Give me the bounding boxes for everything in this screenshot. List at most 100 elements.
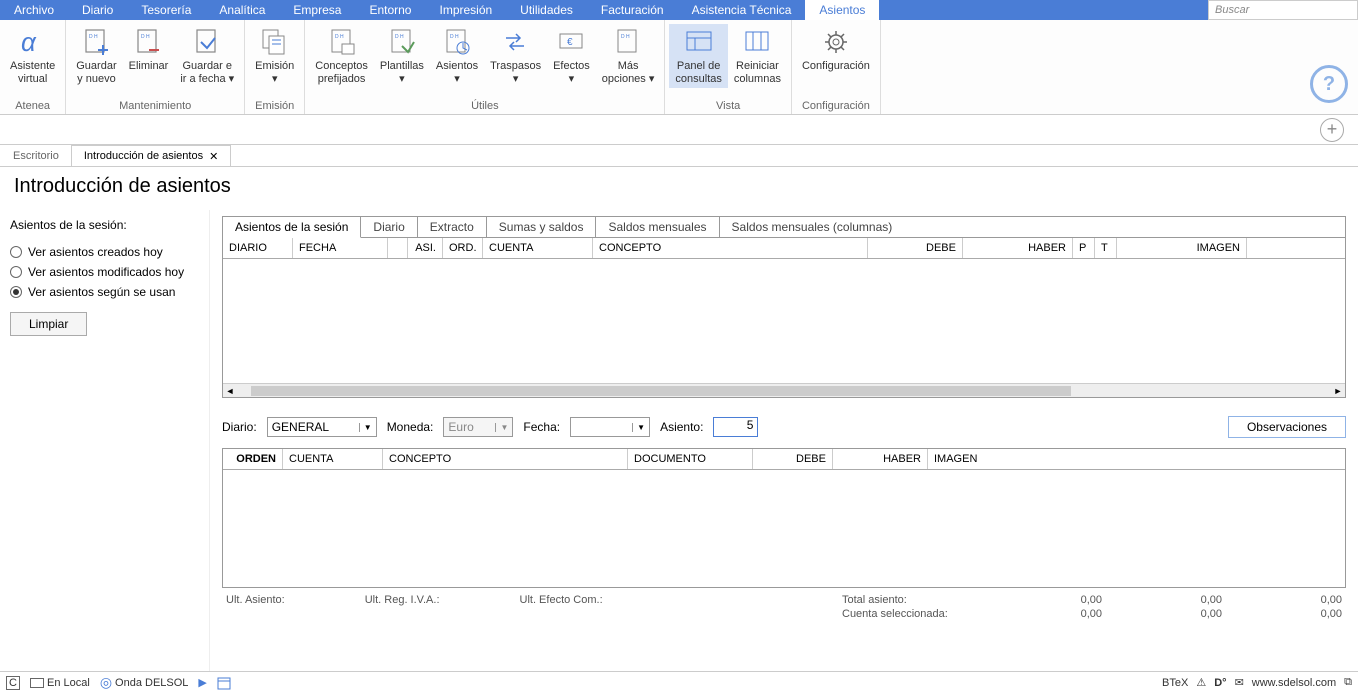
radio-modificados-hoy[interactable]: Ver asientos modificados hoy <box>10 262 199 282</box>
menu-facturacion[interactable]: Facturación <box>587 0 678 20</box>
col-p[interactable]: P <box>1073 238 1095 258</box>
document-tabs: Escritorio Introducción de asientos ✕ <box>0 145 1358 167</box>
close-icon[interactable]: ✕ <box>209 150 218 163</box>
subtab-sesion[interactable]: Asientos de la sesión <box>223 217 361 238</box>
col-concepto2[interactable]: CONCEPTO <box>383 449 628 469</box>
menu-diario[interactable]: Diario <box>68 0 127 20</box>
subtab-saldos-mes[interactable]: Saldos mensuales <box>596 217 719 238</box>
scroll-thumb[interactable] <box>251 386 1071 396</box>
subtab-diario[interactable]: Diario <box>361 217 417 238</box>
plantillas-button[interactable]: D H Plantillas ▾ <box>374 24 430 88</box>
conceptos-button[interactable]: D H Conceptos prefijados <box>309 24 374 88</box>
chevron-down-icon: ▼ <box>495 423 508 432</box>
panel-consultas-button[interactable]: Panel de consultas <box>669 24 727 88</box>
calendar-icon[interactable] <box>217 676 231 690</box>
local-indicator[interactable]: En Local <box>30 677 90 689</box>
search-input[interactable]: Buscar <box>1208 0 1358 20</box>
label: Más opciones ▾ <box>602 60 655 86</box>
ult-asiento: Ult. Asiento: <box>226 594 285 620</box>
efectos-button[interactable]: € Efectos ▾ <box>547 24 596 88</box>
add-button[interactable]: + <box>1320 118 1344 142</box>
help-icon[interactable]: ? <box>1310 65 1348 103</box>
grid-body[interactable] <box>223 259 1345 383</box>
asistente-virtual-button[interactable]: α Asistente virtual <box>4 24 61 88</box>
footer-info: Ult. Asiento: Ult. Reg. I.V.A.: Ult. Efe… <box>222 588 1346 626</box>
col-ord[interactable]: ORD. <box>443 238 483 258</box>
window-icon[interactable]: ⧉ <box>1344 676 1352 689</box>
col-blank[interactable] <box>388 238 408 258</box>
url-label[interactable]: www.sdelsol.com <box>1252 677 1336 689</box>
limpiar-button[interactable]: Limpiar <box>10 312 87 336</box>
mas-opciones-button[interactable]: D H Más opciones ▾ <box>596 24 661 88</box>
ribbon-group-mantenimiento: D H Guardar y nuevo D H Eliminar Guardar… <box>66 20 245 114</box>
btex-label[interactable]: BTeX <box>1162 677 1188 689</box>
d-icon[interactable]: D° <box>1214 677 1226 689</box>
play-icon[interactable]: ▶ <box>198 676 206 689</box>
subtab-sumas[interactable]: Sumas y saldos <box>487 217 597 238</box>
col-fecha[interactable]: FECHA <box>293 238 388 258</box>
label: Onda DELSOL <box>115 677 188 689</box>
radio-icon <box>10 266 22 278</box>
cuenta-sel-v1: 0,00 <box>982 608 1102 620</box>
col-haber[interactable]: HABER <box>963 238 1073 258</box>
col-debe2[interactable]: DEBE <box>753 449 833 469</box>
ribbon-group-atenea: α Asistente virtual Atenea <box>0 20 66 114</box>
menu-utilidades[interactable]: Utilidades <box>506 0 587 20</box>
scroll-left-icon[interactable]: ◄ <box>223 386 237 396</box>
col-asi[interactable]: ASI. <box>408 238 443 258</box>
menu-asistencia[interactable]: Asistencia Técnica <box>678 0 806 20</box>
c-box-icon[interactable]: C <box>6 676 20 690</box>
menu-impresion[interactable]: Impresión <box>425 0 506 20</box>
radio-segun-usan[interactable]: Ver asientos según se usan <box>10 282 199 302</box>
col-concepto[interactable]: CONCEPTO <box>593 238 868 258</box>
guardar-ir-fecha-button[interactable]: Guardar e ir a fecha ▾ <box>174 24 240 88</box>
label: Efectos ▾ <box>553 60 590 86</box>
menu-analitica[interactable]: Analítica <box>205 0 279 20</box>
col-imagen2[interactable]: IMAGEN <box>928 449 1345 469</box>
guardar-nuevo-button[interactable]: D H Guardar y nuevo <box>70 24 122 88</box>
scroll-right-icon[interactable]: ► <box>1331 386 1345 396</box>
reiniciar-columnas-button[interactable]: Reiniciar columnas <box>728 24 787 88</box>
radio-creados-hoy[interactable]: Ver asientos creados hoy <box>10 242 199 262</box>
asientos-ribbon-button[interactable]: D H Asientos ▾ <box>430 24 484 88</box>
warning-icon[interactable]: ⚠ <box>1196 676 1206 689</box>
asiento-input[interactable]: 5 <box>713 417 758 437</box>
subtab-saldos-col[interactable]: Saldos mensuales (columnas) <box>720 217 905 238</box>
cuenta-sel-label: Cuenta seleccionada: <box>842 608 982 620</box>
mail-icon[interactable]: ✉ <box>1235 676 1244 689</box>
col-haber2[interactable]: HABER <box>833 449 928 469</box>
col-imagen[interactable]: IMAGEN <box>1117 238 1247 258</box>
col-debe[interactable]: DEBE <box>868 238 963 258</box>
eliminar-button[interactable]: D H Eliminar <box>123 24 175 75</box>
menu-entorno[interactable]: Entorno <box>355 0 425 20</box>
col-cuenta[interactable]: CUENTA <box>483 238 593 258</box>
menu-archivo[interactable]: Archivo <box>0 0 68 20</box>
tab-introduccion-asientos[interactable]: Introducción de asientos ✕ <box>71 145 231 166</box>
gear-icon <box>820 26 852 58</box>
label: Traspasos ▾ <box>490 60 541 86</box>
fecha-combo[interactable]: ▼ <box>570 417 650 437</box>
h-scrollbar[interactable]: ◄ ► <box>223 383 1345 397</box>
observaciones-button[interactable]: Observaciones <box>1228 416 1346 438</box>
label: Guardar e ir a fecha ▾ <box>180 60 234 86</box>
diario-combo[interactable]: GENERAL▼ <box>267 417 377 437</box>
entries-icon: D H <box>441 26 473 58</box>
grid2-body[interactable] <box>223 470 1345 587</box>
col-diario[interactable]: DIARIO <box>223 238 293 258</box>
configuracion-button[interactable]: Configuración <box>796 24 876 75</box>
menu-tesoreria[interactable]: Tesorería <box>127 0 205 20</box>
menu-asientos[interactable]: Asientos <box>805 0 879 20</box>
subtab-extracto[interactable]: Extracto <box>418 217 487 238</box>
col-cuenta2[interactable]: CUENTA <box>283 449 383 469</box>
tab-escritorio[interactable]: Escritorio <box>0 145 72 166</box>
menu-empresa[interactable]: Empresa <box>279 0 355 20</box>
col-documento[interactable]: DOCUMENTO <box>628 449 753 469</box>
save-goto-icon <box>191 26 223 58</box>
moneda-combo[interactable]: Euro▼ <box>443 417 513 437</box>
onda-delsol[interactable]: ◎Onda DELSOL <box>100 674 189 691</box>
col-orden[interactable]: ORDEN <box>223 449 283 469</box>
emision-button[interactable]: Emisión ▾ <box>249 24 300 88</box>
traspasos-button[interactable]: Traspasos ▾ <box>484 24 547 88</box>
svg-text:D H: D H <box>450 34 459 40</box>
col-t[interactable]: T <box>1095 238 1117 258</box>
